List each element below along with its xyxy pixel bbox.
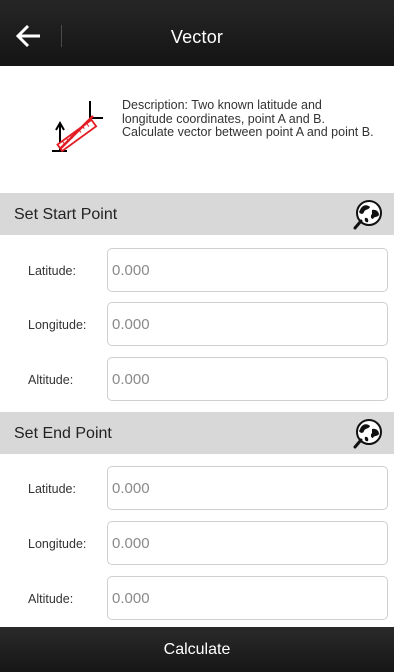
start-longitude-row: Longitude: (0, 302, 394, 346)
globe-search-icon (353, 200, 382, 230)
start-altitude-label: Altitude: (28, 373, 74, 387)
start-latitude-input[interactable] (107, 248, 388, 292)
end-point-map-button[interactable] (352, 418, 384, 450)
end-longitude-label: Longitude: (28, 537, 87, 551)
back-button[interactable] (12, 19, 46, 53)
end-latitude-label: Latitude: (28, 482, 76, 496)
end-longitude-row: Longitude: (0, 521, 394, 565)
start-point-map-button[interactable] (352, 199, 384, 231)
start-latitude-label: Latitude: (28, 264, 76, 278)
calculate-button[interactable]: Calculate (0, 627, 394, 672)
end-point-title: Set End Point (14, 425, 112, 442)
start-altitude-row: Altitude: (0, 357, 394, 401)
page-title: Vector (170, 27, 224, 47)
end-altitude-input[interactable] (107, 576, 388, 620)
end-point-header: Set End Point (0, 412, 394, 454)
start-longitude-input[interactable] (107, 302, 388, 346)
description-text: Description: Two known latitude and long… (122, 98, 374, 139)
end-altitude-label: Altitude: (28, 592, 74, 606)
end-longitude-input[interactable] (107, 521, 388, 565)
end-altitude-row: Altitude: (0, 576, 394, 620)
arrow-left-icon (15, 24, 40, 48)
start-longitude-label: Longitude: (28, 318, 87, 332)
end-latitude-input[interactable] (107, 466, 388, 510)
start-altitude-input[interactable] (107, 357, 388, 401)
description-block: Description: Two known latitude and long… (0, 66, 394, 193)
globe-search-icon (353, 419, 382, 449)
vector-ruler-icon (52, 101, 103, 153)
end-latitude-row: Latitude: (0, 466, 394, 510)
app-bar: Vector (0, 0, 394, 66)
start-latitude-row: Latitude: (0, 248, 394, 292)
start-point-title: Set Start Point (14, 206, 118, 223)
start-point-header: Set Start Point (0, 193, 394, 235)
